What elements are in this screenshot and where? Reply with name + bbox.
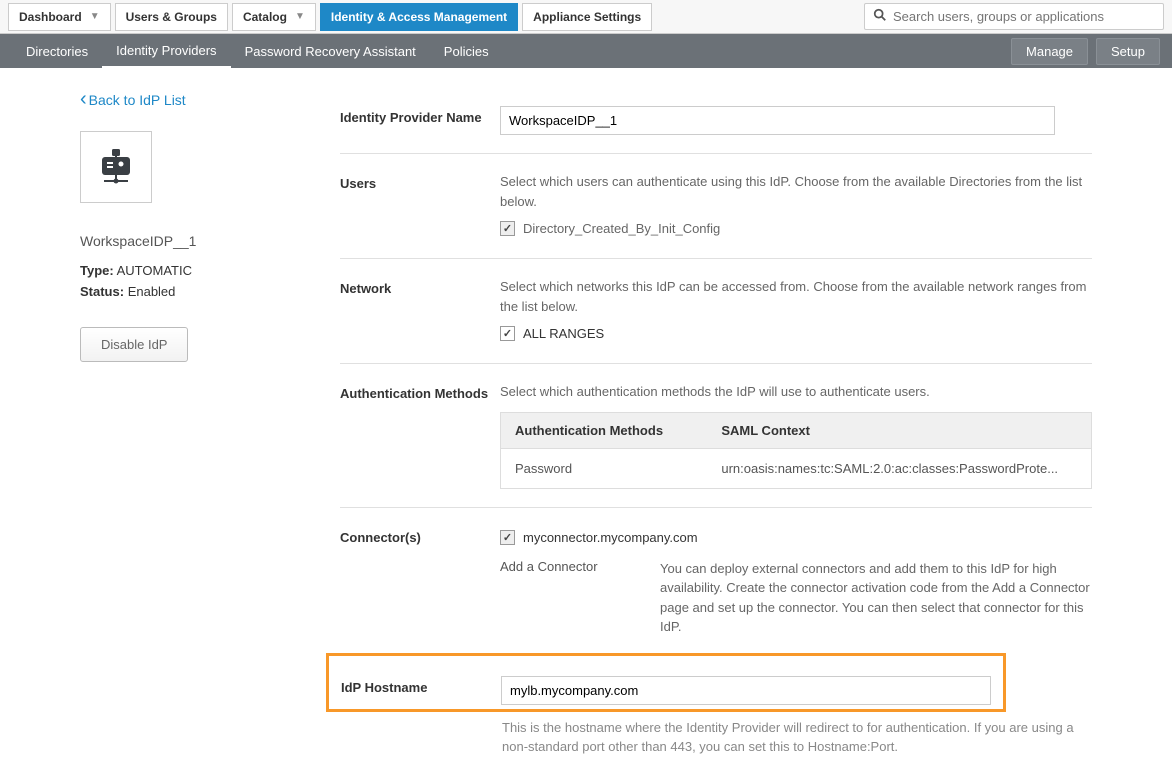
main-content: Back to IdP List WorkspaceIDP__1 Type: A… (0, 68, 1172, 767)
back-link[interactable]: Back to IdP List (80, 88, 280, 111)
tab-appliance[interactable]: Appliance Settings (522, 3, 652, 31)
row-connectors: Connector(s) myconnector.mycompany.com A… (340, 508, 1092, 643)
disable-idp-button[interactable]: Disable IdP (80, 327, 188, 362)
tab-catalog-label: Catalog (243, 10, 287, 24)
search-icon (873, 8, 887, 25)
label-auth: Authentication Methods (340, 382, 500, 489)
tab-catalog[interactable]: Catalog ▼ (232, 3, 316, 31)
setup-button[interactable]: Setup (1096, 38, 1160, 65)
tab-appliance-label: Appliance Settings (533, 10, 641, 24)
search-box[interactable] (864, 3, 1164, 30)
idp-type: Type: AUTOMATIC (80, 261, 280, 282)
search-input[interactable] (893, 9, 1155, 24)
row-hostname: IdP Hostname (341, 676, 991, 705)
users-check-label: Directory_Created_By_Init_Config (523, 221, 720, 236)
auth-table: Authentication Methods SAML Context Pass… (500, 412, 1092, 489)
chevron-down-icon: ▼ (295, 11, 305, 22)
chevron-down-icon: ▼ (90, 11, 100, 22)
label-network: Network (340, 277, 500, 345)
form-panel: Identity Provider Name Users Select whic… (320, 88, 1172, 767)
auth-cell-method: Password (501, 448, 708, 488)
label-name: Identity Provider Name (340, 106, 500, 135)
tab-iam[interactable]: Identity & Access Management (320, 3, 518, 31)
label-connectors: Connector(s) (340, 526, 500, 637)
subtab-policies[interactable]: Policies (430, 36, 503, 67)
subtab-password-recovery[interactable]: Password Recovery Assistant (231, 36, 430, 67)
connector-grid: Add a Connector You can deploy external … (500, 559, 1092, 637)
idp-status: Status: Enabled (80, 282, 280, 303)
auth-th-method: Authentication Methods (501, 412, 708, 448)
hostname-help: This is the hostname where the Identity … (502, 718, 1092, 757)
users-checkbox[interactable] (500, 221, 515, 236)
idp-icon (94, 145, 138, 189)
tab-dashboard-label: Dashboard (19, 10, 82, 24)
table-row: Password urn:oasis:names:tc:SAML:2.0:ac:… (501, 448, 1092, 488)
row-auth: Authentication Methods Select which auth… (340, 364, 1092, 508)
row-name: Identity Provider Name (340, 88, 1092, 154)
sub-actions: Manage Setup (1011, 38, 1160, 65)
label-hostname: IdP Hostname (341, 676, 501, 705)
users-help: Select which users can authenticate usin… (500, 172, 1092, 211)
row-users: Users Select which users can authenticat… (340, 154, 1092, 259)
idp-info: WorkspaceIDP__1 Type: AUTOMATIC Status: … (80, 233, 280, 303)
auth-th-context: SAML Context (707, 412, 1091, 448)
connector-help: You can deploy external connectors and a… (660, 559, 1092, 637)
tab-dashboard[interactable]: Dashboard ▼ (8, 3, 111, 31)
top-tabs: Dashboard ▼ Users & Groups Catalog ▼ Ident… (8, 3, 656, 31)
idp-name: WorkspaceIDP__1 (80, 233, 280, 249)
sub-nav: Directories Identity Providers Password … (0, 34, 1172, 68)
connector-check-row: myconnector.mycompany.com (500, 530, 1092, 545)
row-network: Network Select which networks this IdP c… (340, 259, 1092, 364)
label-users: Users (340, 172, 500, 240)
connector-checkbox[interactable] (500, 530, 515, 545)
subtab-identity-providers[interactable]: Identity Providers (102, 35, 230, 68)
subtab-directories[interactable]: Directories (12, 36, 102, 67)
tab-users-groups[interactable]: Users & Groups (115, 3, 228, 31)
hostname-input[interactable] (501, 676, 991, 705)
idp-name-input[interactable] (500, 106, 1055, 135)
tab-users-label: Users & Groups (126, 10, 217, 24)
auth-help: Select which authentication methods the … (500, 382, 1092, 402)
idp-icon-box (80, 131, 152, 203)
users-check-row: Directory_Created_By_Init_Config (500, 221, 1092, 236)
network-help: Select which networks this IdP can be ac… (500, 277, 1092, 316)
network-check-label: ALL RANGES (523, 326, 604, 341)
connector-check-label: myconnector.mycompany.com (523, 530, 698, 545)
hostname-highlight: IdP Hostname (326, 653, 1006, 712)
network-checkbox[interactable] (500, 326, 515, 341)
left-panel: Back to IdP List WorkspaceIDP__1 Type: A… (0, 88, 320, 767)
network-check-row: ALL RANGES (500, 326, 1092, 341)
auth-cell-context: urn:oasis:names:tc:SAML:2.0:ac:classes:P… (707, 448, 1091, 488)
tab-iam-label: Identity & Access Management (331, 10, 507, 24)
add-connector-link[interactable]: Add a Connector (500, 559, 620, 637)
top-nav: Dashboard ▼ Users & Groups Catalog ▼ Ident… (0, 0, 1172, 34)
manage-button[interactable]: Manage (1011, 38, 1088, 65)
